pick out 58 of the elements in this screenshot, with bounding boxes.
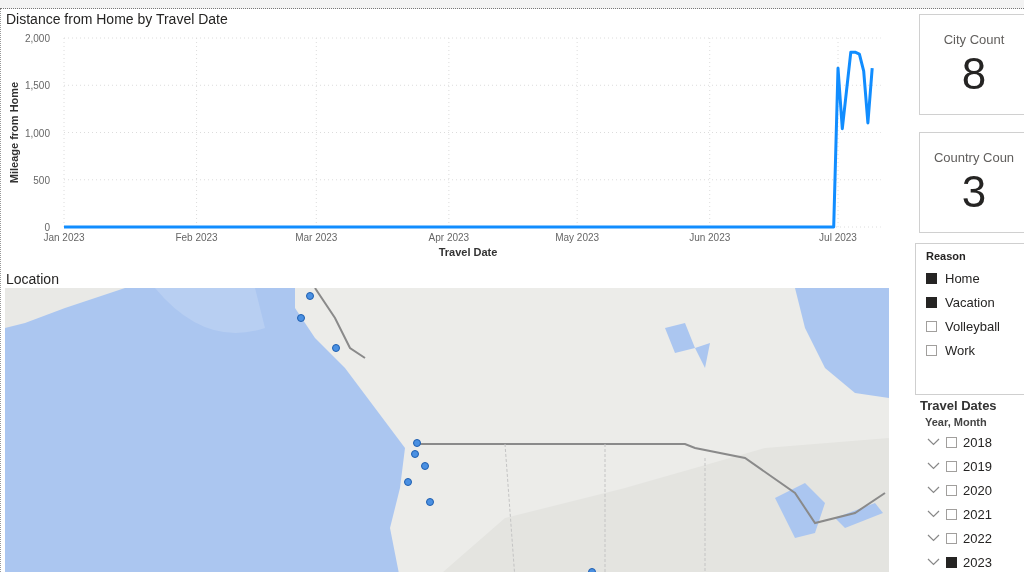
slicer-title: Reason <box>926 250 967 262</box>
chevron-icon[interactable] <box>927 438 940 446</box>
chevron-icon[interactable] <box>927 462 940 470</box>
checkbox[interactable] <box>946 436 957 448</box>
checkbox[interactable] <box>926 272 937 284</box>
checkbox[interactable] <box>946 556 957 568</box>
y-tick-label: 500 <box>33 174 50 186</box>
location-marker[interactable] <box>421 462 429 470</box>
x-tick-label: Mar 2023 <box>295 232 338 243</box>
chevron-icon[interactable] <box>927 486 940 494</box>
chevron-icon[interactable] <box>927 510 940 518</box>
option-label[interactable]: 2023 <box>963 554 992 570</box>
x-tick-label: Feb 2023 <box>175 232 218 243</box>
slicer-subtitle: Year, Month <box>925 416 988 428</box>
location-marker[interactable] <box>306 292 314 300</box>
x-tick-label: Jun 2023 <box>689 232 731 243</box>
y-tick-label: 2,000 <box>24 33 50 44</box>
card-label: City Count <box>942 32 1006 47</box>
location-marker[interactable] <box>426 498 434 506</box>
card-value: 8 <box>960 49 988 99</box>
option-label[interactable]: 2021 <box>963 506 992 522</box>
slicer-title: Travel Dates <box>920 398 998 413</box>
option-label[interactable]: Volleyball <box>945 318 1000 334</box>
option-label[interactable]: Work <box>945 342 976 358</box>
checkbox[interactable] <box>926 296 937 308</box>
checkbox[interactable] <box>946 532 957 544</box>
x-tick-label: May 2023 <box>555 232 600 243</box>
x-tick-label: Apr 2023 <box>428 232 470 243</box>
location-marker[interactable] <box>332 344 340 352</box>
chevron-icon[interactable] <box>927 534 940 542</box>
location-marker[interactable] <box>411 450 419 458</box>
chart-title: Distance from Home by Travel Date <box>5 10 229 28</box>
option-label[interactable]: Vacation <box>945 294 995 310</box>
chevron-icon[interactable] <box>927 558 940 566</box>
option-label[interactable]: 2019 <box>963 458 992 474</box>
checkbox[interactable] <box>926 320 937 332</box>
card-label: Country Coun <box>932 150 1016 165</box>
checkbox[interactable] <box>946 508 957 520</box>
y-tick-label: 0 <box>44 222 50 233</box>
location-marker[interactable] <box>588 568 596 572</box>
option-label[interactable]: 2018 <box>963 434 992 450</box>
location-marker[interactable] <box>297 314 305 322</box>
map-title: Location <box>5 270 60 288</box>
y-tick-label: 1,000 <box>24 127 50 139</box>
option-label[interactable]: 2020 <box>963 482 992 498</box>
checkbox[interactable] <box>926 344 937 356</box>
option-label[interactable]: Home <box>945 270 980 286</box>
checkbox[interactable] <box>946 484 957 496</box>
x-tick-label: Jan 2023 <box>43 232 85 243</box>
y-axis-title: Mileage from Home <box>8 81 20 184</box>
card-value: 3 <box>960 167 988 217</box>
y-tick-label: 1,500 <box>24 80 50 92</box>
checkbox[interactable] <box>946 460 957 472</box>
location-marker[interactable] <box>413 439 421 447</box>
option-label[interactable]: 2022 <box>963 530 992 546</box>
x-axis-title: Travel Date <box>438 246 498 258</box>
x-tick-label: Jul 2023 <box>819 232 857 243</box>
location-marker[interactable] <box>404 478 412 486</box>
